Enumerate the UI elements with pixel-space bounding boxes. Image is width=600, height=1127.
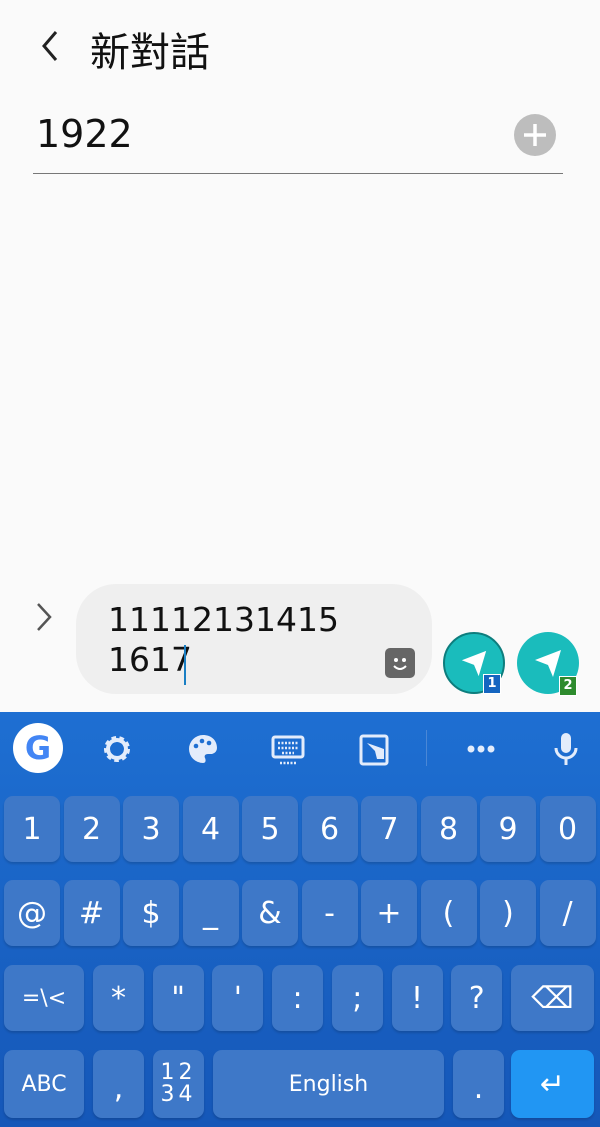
key[interactable]: ? xyxy=(451,965,503,1031)
back-icon[interactable] xyxy=(36,28,66,64)
divider xyxy=(33,173,563,174)
text-cursor xyxy=(184,645,186,685)
key[interactable]: 12 34 xyxy=(153,1050,204,1118)
space-key[interactable]: English xyxy=(213,1050,444,1118)
key[interactable]: , xyxy=(93,1050,144,1118)
key[interactable]: / xyxy=(539,880,596,946)
recipient-input[interactable]: 1922 xyxy=(36,112,133,156)
key[interactable]: _ xyxy=(182,880,239,946)
key[interactable]: 1 xyxy=(4,796,60,862)
backspace-key[interactable]: ⌫ xyxy=(511,965,594,1031)
one-handed-icon[interactable] xyxy=(354,729,394,769)
toolbar-divider xyxy=(426,730,427,766)
key[interactable]: * xyxy=(93,965,144,1031)
keyboard-icon[interactable] xyxy=(268,729,308,769)
key[interactable]: : xyxy=(272,965,324,1031)
chevron-right-icon[interactable] xyxy=(32,600,56,634)
palette-icon[interactable] xyxy=(183,729,223,769)
key[interactable]: & xyxy=(242,880,298,946)
key[interactable]: + xyxy=(361,880,417,946)
key[interactable]: 3 xyxy=(123,796,179,862)
add-recipient-icon[interactable] xyxy=(514,114,556,156)
key[interactable]: . xyxy=(453,1050,504,1118)
message-text[interactable]: 11112131415 1617 xyxy=(108,600,339,680)
sim2-badge: 2 xyxy=(559,676,577,696)
send-sim2-button[interactable]: 2 xyxy=(517,632,579,696)
settings-gear-icon[interactable] xyxy=(97,729,137,769)
key[interactable]: 4 xyxy=(182,796,239,862)
google-icon[interactable]: G xyxy=(13,723,63,773)
key[interactable]: ) xyxy=(480,880,536,946)
microphone-icon[interactable] xyxy=(546,729,586,769)
more-icon[interactable] xyxy=(461,729,501,769)
send-sim1-button[interactable]: 1 xyxy=(443,632,505,694)
key[interactable]: # xyxy=(63,880,120,946)
key[interactable]: @ xyxy=(4,880,60,946)
key[interactable]: =\< xyxy=(4,965,84,1031)
sticker-icon[interactable] xyxy=(385,648,415,678)
key[interactable]: 7 xyxy=(361,796,417,862)
key[interactable]: ( xyxy=(420,880,477,946)
key[interactable]: 5 xyxy=(242,796,298,862)
key[interactable]: 6 xyxy=(301,796,358,862)
key[interactable]: - xyxy=(301,880,358,946)
sim1-badge: 1 xyxy=(483,674,501,694)
key[interactable]: $ xyxy=(123,880,179,946)
enter-key[interactable]: ↵ xyxy=(511,1050,594,1118)
key[interactable]: " xyxy=(152,965,204,1031)
key[interactable]: 8 xyxy=(420,796,477,862)
key[interactable]: ! xyxy=(391,965,443,1031)
key[interactable]: ' xyxy=(212,965,264,1031)
key[interactable]: 0 xyxy=(539,796,596,862)
key[interactable]: 2 xyxy=(63,796,120,862)
page-title: 新對話 xyxy=(90,30,210,76)
key[interactable]: ABC xyxy=(4,1050,84,1118)
key[interactable]: 9 xyxy=(480,796,536,862)
key[interactable]: ; xyxy=(331,965,383,1031)
